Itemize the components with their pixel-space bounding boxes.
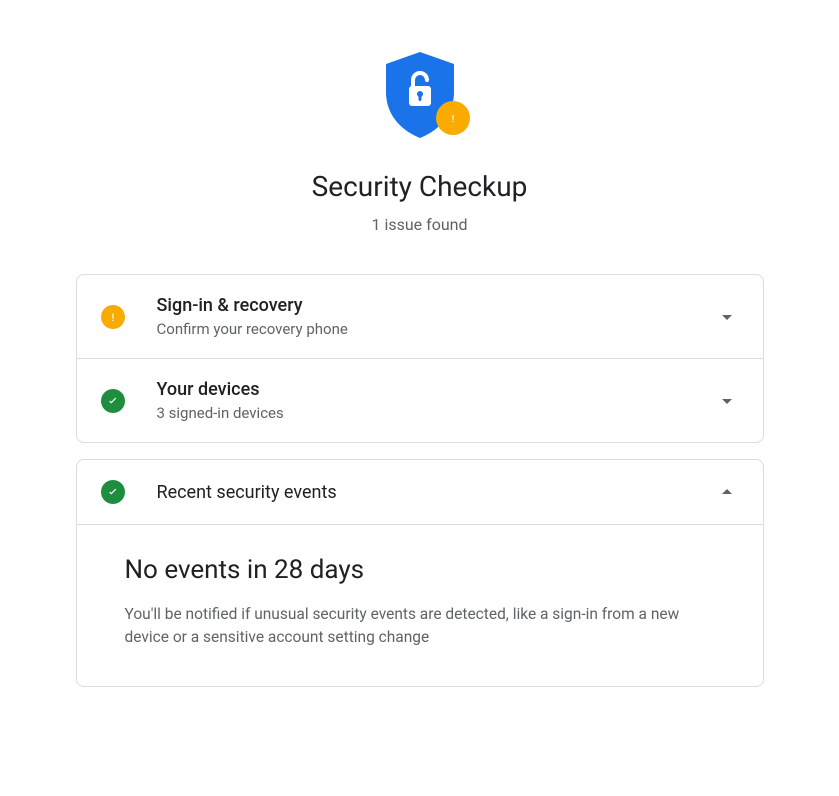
chevron-down-icon	[715, 305, 739, 329]
row-body: Recent security events	[157, 482, 715, 503]
hero-header: Security Checkup 1 issue found	[312, 50, 528, 234]
page-title: Security Checkup	[312, 170, 528, 203]
row-body: Your devices 3 signed-in devices	[157, 379, 715, 422]
row-title: Your devices	[157, 379, 715, 400]
recent-events-card: Recent security events No events in 28 d…	[76, 459, 764, 687]
row-title: Sign-in & recovery	[157, 295, 715, 316]
checkmark-icon	[101, 480, 125, 504]
row-body: Sign-in & recovery Confirm your recovery…	[157, 295, 715, 338]
row-title: Recent security events	[157, 482, 715, 503]
checkup-card-group: Sign-in & recovery Confirm your recovery…	[76, 274, 764, 443]
checkmark-icon	[101, 389, 125, 413]
panel-headline: No events in 28 days	[125, 555, 715, 585]
warning-badge-icon	[436, 101, 470, 135]
row-subtitle: 3 signed-in devices	[157, 404, 715, 422]
chevron-up-icon	[715, 480, 739, 504]
recent-events-row[interactable]: Recent security events	[77, 460, 763, 524]
recent-events-panel: No events in 28 days You'll be notified …	[77, 524, 763, 686]
row-subtitle: Confirm your recovery phone	[157, 320, 715, 338]
chevron-down-icon	[715, 389, 739, 413]
panel-description: You'll be notified if unusual security e…	[125, 603, 715, 650]
warning-icon	[101, 305, 125, 329]
page-subtitle: 1 issue found	[371, 215, 467, 234]
signin-recovery-row[interactable]: Sign-in & recovery Confirm your recovery…	[77, 275, 763, 358]
your-devices-row[interactable]: Your devices 3 signed-in devices	[77, 358, 763, 442]
shield-graphic	[380, 50, 460, 140]
sections-container: Sign-in & recovery Confirm your recovery…	[76, 274, 764, 687]
